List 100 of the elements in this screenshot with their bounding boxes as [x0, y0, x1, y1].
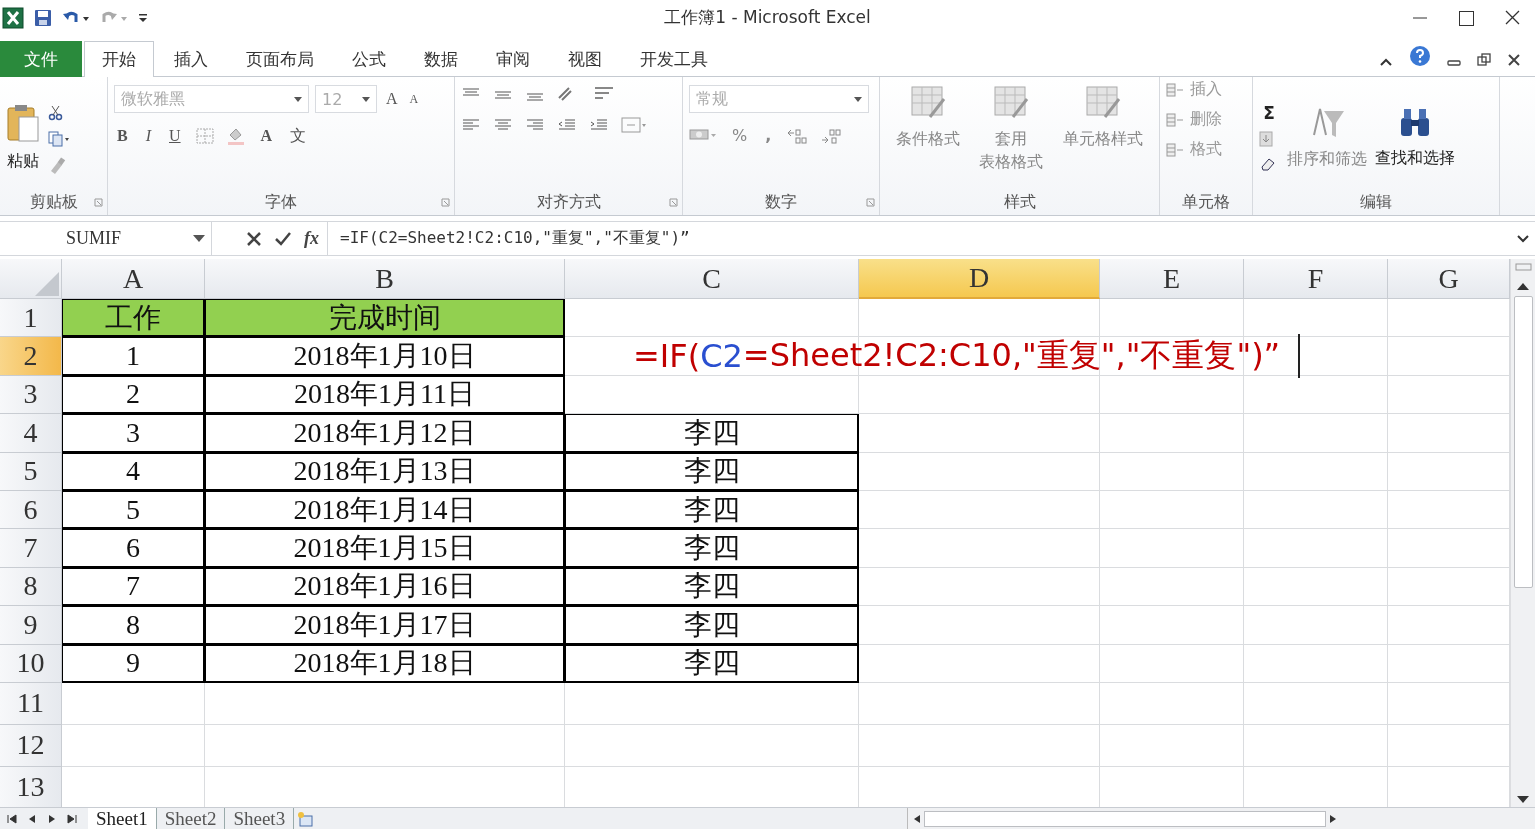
table-cell: 7 [62, 567, 205, 607]
select-all-corner[interactable] [0, 259, 62, 299]
cell-edit-text[interactable]: =IF(C2=Sheet2!C2:C10,"重复","不重复")” [633, 337, 1301, 375]
ribbon-tab[interactable]: 开始 [84, 41, 154, 77]
format-painter-icon[interactable] [48, 157, 66, 175]
editing-button[interactable]: 查找和选择 [1375, 105, 1455, 169]
row-header[interactable]: 11 [0, 682, 62, 725]
ribbon-tab[interactable]: 插入 [156, 42, 226, 76]
dialog-launcher-icon[interactable] [669, 197, 678, 207]
percent-button[interactable]: % [729, 128, 751, 144]
cells-icon [1166, 81, 1184, 98]
dialog-launcher-icon[interactable] [94, 197, 103, 207]
column-header[interactable]: G [1388, 259, 1510, 299]
minimize-workbook-icon[interactable] [1447, 59, 1461, 67]
cancel-icon[interactable] [246, 230, 262, 247]
clipboard-icon [6, 102, 40, 143]
table-cell: 2018年1月17日 [205, 606, 565, 645]
merge-center-icon[interactable] [621, 117, 647, 133]
row-header[interactable]: 10 [0, 644, 62, 683]
ribbon-tab[interactable]: 审阅 [478, 42, 548, 76]
save-icon[interactable] [34, 8, 52, 27]
customize-toolbar-icon[interactable] [138, 11, 148, 24]
help-icon[interactable] [1409, 45, 1431, 67]
dialog-launcher-icon[interactable] [866, 197, 875, 207]
scroll-right-icon[interactable] [1330, 814, 1336, 823]
table-cell: 李四 [565, 414, 859, 453]
row-header[interactable]: 7 [0, 529, 62, 568]
group-label: 字体 [265, 191, 297, 213]
last-sheet-icon[interactable] [66, 812, 78, 825]
row-header[interactable]: 8 [0, 567, 62, 607]
column-header[interactable]: C [565, 259, 859, 299]
row-header[interactable]: 3 [0, 375, 62, 415]
copy-icon[interactable] [48, 131, 70, 147]
sheet-tab[interactable]: Sheet2 [156, 808, 226, 829]
column-header[interactable]: E [1100, 259, 1244, 299]
ribbon-tab[interactable]: 页面布局 [228, 42, 332, 76]
window-title: 工作簿1 - Microsoft Excel [664, 6, 871, 29]
ribbon-tab[interactable]: 公式 [334, 42, 404, 76]
phonetic-button[interactable]: 文 [287, 128, 310, 144]
row-header[interactable]: 2 [0, 337, 62, 376]
sheet-tab[interactable]: Sheet3 [225, 808, 295, 829]
enter-check-icon[interactable] [274, 230, 292, 247]
collapse-ribbon-icon[interactable] [1379, 57, 1393, 67]
group-label: 单元格 [1182, 191, 1230, 213]
table-cell: 李四 [565, 452, 859, 491]
row-header[interactable]: 5 [0, 452, 62, 491]
table-cell: 6 [62, 529, 205, 568]
row-header[interactable]: 13 [0, 766, 62, 807]
restore-workbook-icon[interactable] [1477, 53, 1491, 67]
underline-button[interactable]: U [166, 128, 184, 144]
column-header[interactable]: F [1244, 259, 1388, 299]
table-cell: 1 [62, 337, 205, 376]
split-handle-icon[interactable] [1514, 263, 1532, 271]
ribbon-tab[interactable]: 开发工具 [622, 42, 726, 76]
dialog-launcher-icon[interactable] [441, 197, 450, 207]
ribbon-tab[interactable]: 数据 [406, 42, 476, 76]
row-header[interactable]: 1 [0, 299, 62, 338]
column-header[interactable]: A [62, 259, 205, 299]
sheet-tab[interactable]: Sheet1 [88, 808, 157, 829]
row-header[interactable]: 12 [0, 724, 62, 767]
horizontal-align-icon[interactable] [493, 118, 513, 132]
formula-field[interactable]: =IF(C2=Sheet2!C2:C10,"重复","不重复")” [328, 228, 1517, 249]
row-header[interactable]: 4 [0, 414, 62, 453]
italic-button[interactable]: I [142, 128, 154, 144]
increase-decimal-icon[interactable] [786, 128, 809, 144]
insert-function-button[interactable]: fx [304, 228, 319, 249]
group-label: 对齐方式 [536, 191, 601, 213]
file-tab[interactable]: 文件 [0, 41, 82, 77]
paste-button[interactable]: 粘贴 [6, 102, 40, 172]
decrease-decimal-icon[interactable] [820, 128, 843, 144]
fill-color-icon[interactable] [225, 127, 246, 145]
vertical-scrollbar[interactable] [1510, 259, 1535, 807]
horizontal-align-icon[interactable] [461, 118, 481, 132]
autosum-button[interactable]: Σ [1259, 104, 1279, 122]
shrink-font-button[interactable]: A [406, 93, 422, 105]
ribbon-tab[interactable]: 视图 [550, 42, 620, 76]
increase-indent-icon[interactable] [589, 118, 609, 132]
bold-button[interactable]: B [114, 128, 131, 144]
scissors-icon[interactable] [48, 105, 64, 121]
table-cell: 2018年1月15日 [205, 529, 565, 568]
row-header[interactable]: 6 [0, 490, 62, 530]
grow-font-button[interactable]: A [383, 91, 401, 107]
scroll-up-icon[interactable] [1517, 283, 1529, 290]
horizontal-align-icon[interactable] [525, 118, 545, 132]
table-style-icon [1085, 85, 1122, 119]
column-header[interactable]: B [205, 259, 565, 299]
border-icon[interactable] [195, 128, 214, 144]
table-cell: 4 [62, 452, 205, 491]
table-style-icon [909, 85, 946, 119]
row-header[interactable]: 9 [0, 606, 62, 645]
scroll-left-icon[interactable] [914, 814, 920, 823]
column-header[interactable]: D [859, 259, 1100, 299]
first-sheet-icon[interactable] [6, 812, 18, 825]
close-workbook-icon[interactable] [1507, 53, 1521, 67]
name-box[interactable]: SUMIF [0, 222, 212, 255]
decrease-indent-icon[interactable] [557, 118, 577, 132]
font-color-button[interactable]: A [257, 128, 276, 144]
scroll-down-icon[interactable] [1517, 796, 1529, 803]
excel-logo-icon[interactable] [2, 6, 24, 29]
expand-formula-bar-icon[interactable] [1517, 234, 1529, 243]
